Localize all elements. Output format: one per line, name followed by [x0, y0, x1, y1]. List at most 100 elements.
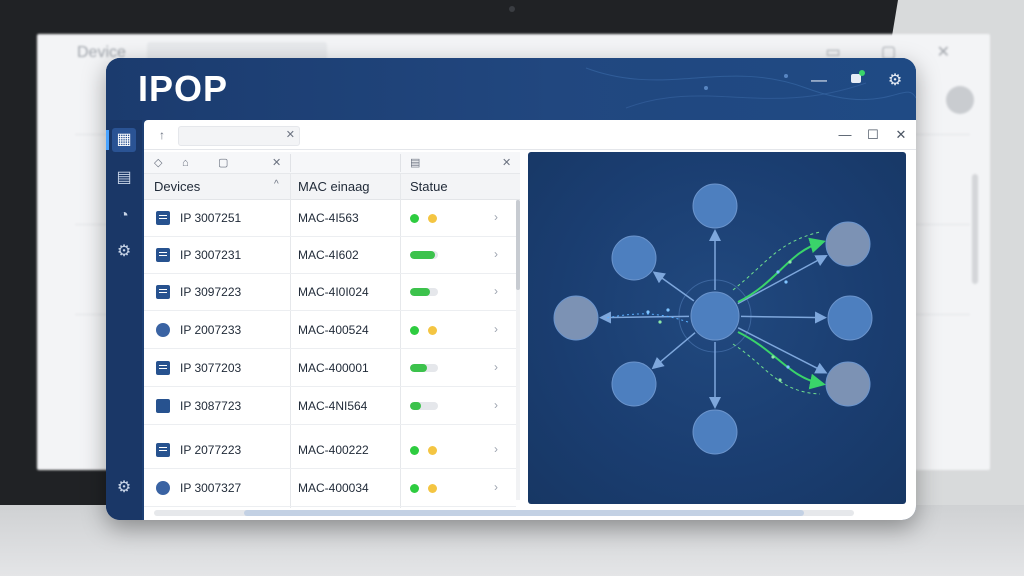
dashboard-icon[interactable]: ▦: [106, 128, 136, 152]
history-icon[interactable]: ◔: [112, 204, 136, 228]
chevron-right-icon[interactable]: ›: [494, 322, 498, 336]
device-mac: MAC-400001: [298, 361, 369, 375]
node-bottom: [692, 409, 738, 455]
table-scrollbar[interactable]: [516, 200, 520, 500]
device-ip: IP 2077223: [180, 443, 242, 457]
horizontal-scrollbar[interactable]: [154, 510, 854, 516]
device-mac: MAC-400524: [298, 323, 369, 337]
link-node-lower-right: [737, 327, 828, 374]
sort-up-icon[interactable]: ^: [274, 179, 279, 190]
maximize-button[interactable]: ☐: [864, 126, 882, 144]
network-map[interactable]: [528, 152, 906, 504]
tab-separator: [400, 154, 401, 172]
flow-particle: [776, 270, 780, 274]
flow-particle: [788, 260, 792, 264]
flow-lower-right: [737, 331, 826, 390]
settings-icon[interactable]: ⚙: [884, 70, 906, 92]
device-ip: IP 3007327: [180, 481, 242, 495]
devices-table: Devices ^ MAC einaag Statue IP 3007251 MA…: [144, 174, 520, 508]
link-node-upper-left: [652, 271, 695, 302]
node-right: [827, 295, 873, 341]
status-online-dot: [410, 214, 419, 223]
table-tabbar: ◇ ⌂ ▢ ✕ ▤ ✕: [144, 152, 520, 174]
chevron-right-icon[interactable]: ›: [494, 210, 498, 224]
chevron-right-icon[interactable]: ›: [494, 360, 498, 374]
table-header: Devices ^ MAC einaag Statue: [144, 174, 520, 200]
flow-upper-right: [737, 237, 826, 303]
device-circle-icon: [156, 323, 170, 337]
device-mac: MAC-4NI564: [298, 399, 368, 413]
settings-icon-bottom[interactable]: ⚙: [112, 476, 136, 500]
up-arrow-icon[interactable]: ↑: [152, 126, 172, 144]
table-row[interactable]: IP 3007231 MAC-4I602 ›: [144, 237, 516, 274]
device-ip: IP 3077203: [180, 361, 242, 375]
network-topology-diagram: [553, 183, 873, 455]
device-mac: MAC-4I563: [298, 211, 359, 225]
node-top: [692, 183, 738, 229]
status-warning-dot: [428, 446, 437, 455]
table-row[interactable]: IP 2077223 MAC-400222 ›: [144, 432, 516, 469]
horizontal-scrollbar-thumb[interactable]: [244, 510, 804, 516]
status-bar-fill: [410, 251, 436, 259]
chevron-right-icon[interactable]: ›: [494, 284, 498, 298]
flow-particle: [784, 280, 788, 284]
chevron-right-icon[interactable]: ›: [494, 480, 498, 494]
status-warning-dot: [428, 326, 437, 335]
settings-icon[interactable]: ⚙: [112, 240, 136, 264]
table-row[interactable]: IP 3007251 MAC-4I563 ›: [144, 200, 516, 237]
chevron-right-icon[interactable]: ›: [494, 442, 498, 456]
background-scrollbar: [972, 174, 978, 284]
status-bar-fill: [410, 402, 422, 410]
flow-particle: [666, 308, 670, 312]
status-online-dot: [410, 326, 419, 335]
status-online-dot: [410, 484, 419, 493]
device-ip: IP 3097223: [180, 285, 242, 299]
table-row[interactable]: IP 3087723 MAC-4NI564 ›: [144, 388, 516, 425]
minimize-button[interactable]: —: [836, 126, 854, 144]
table-row[interactable]: IP 3077203 MAC-400001 ›: [144, 350, 516, 387]
flow-particle: [786, 365, 790, 369]
tag-icon[interactable]: ◇: [154, 155, 162, 171]
tab-close-icon[interactable]: ✕: [272, 155, 281, 171]
chevron-right-icon[interactable]: ›: [494, 247, 498, 261]
device-ip: IP 2007233: [180, 323, 242, 337]
inner-toolbar: ↑ ✕ — ☐ ✕: [144, 120, 916, 150]
column-header-mac[interactable]: MAC einaag: [298, 179, 370, 194]
notes-icon[interactable]: ▤: [410, 155, 420, 171]
device-mac: MAC-400034: [298, 481, 369, 495]
page-icon[interactable]: ▢: [218, 155, 228, 171]
minimize-icon[interactable]: —: [808, 70, 830, 92]
status-online-dot: [410, 446, 419, 455]
link-node-left: [598, 311, 690, 324]
status-bar: [410, 288, 438, 296]
document-icon: [156, 248, 170, 262]
tab-separator: [290, 154, 291, 172]
table-row[interactable]: IP 3007327 MAC-400034 ›: [144, 470, 516, 507]
column-header-devices[interactable]: Devices: [154, 179, 200, 194]
table-row[interactable]: IP 2007233 MAC-400524 ›: [144, 312, 516, 349]
address-input[interactable]: ✕: [178, 126, 300, 146]
document-icon: [156, 285, 170, 299]
node-left: [553, 295, 599, 341]
notification-icon[interactable]: [846, 70, 868, 92]
device-ip: IP 3087723: [180, 399, 242, 413]
table-row[interactable]: IP 3097223 MAC-4I0I024 ›: [144, 274, 516, 311]
status-bar-fill: [410, 288, 430, 296]
status-bar-fill: [410, 364, 427, 372]
document-icon: [156, 211, 170, 225]
device-circle-icon: [156, 481, 170, 495]
left-rail: ▦ ▤ ◔ ⚙ ⚙: [106, 120, 142, 520]
device-ip: IP 3007231: [180, 248, 242, 262]
file-icon[interactable]: ▤: [112, 166, 136, 190]
clear-icon[interactable]: ✕: [286, 128, 295, 141]
column-header-status[interactable]: Statue: [410, 179, 448, 194]
close-button[interactable]: ✕: [892, 126, 910, 144]
app-logo: IPOP: [138, 68, 229, 109]
flow-upper-right-dashed: [732, 231, 821, 291]
table-scrollbar-thumb[interactable]: [516, 200, 520, 290]
tab-close-icon[interactable]: ✕: [502, 155, 511, 171]
chevron-right-icon[interactable]: ›: [494, 398, 498, 412]
link-node-right: [740, 311, 828, 324]
home-icon[interactable]: ⌂: [182, 155, 189, 171]
device-mac: MAC-4I602: [298, 248, 359, 262]
